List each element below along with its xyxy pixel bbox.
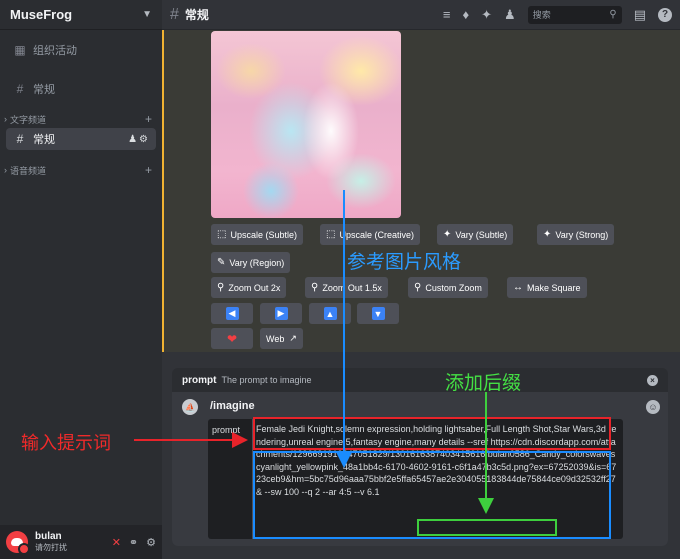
button-label: Web [266,333,285,344]
generated-image[interactable] [211,31,401,218]
suffix-highlight-box [417,519,557,536]
magnifier-icon: ⚲ [217,282,225,293]
sidebar-item-events[interactable]: ▦ 组织活动 [6,39,156,61]
web-link-button[interactable]: Web ↗ [260,328,303,349]
channel-header: # 常规 ≡ ♦ ✦ ♟ 搜索 ⚲ ▤ ? [162,0,680,30]
category-voice-channels[interactable]: › 语音频道 + [4,163,152,177]
option-name: prompt [182,374,217,386]
username: bulan [35,531,62,542]
plus-icon[interactable]: + [145,163,152,177]
button-label: Custom Zoom [425,282,482,293]
zoom-out-15x-button[interactable]: ⚲ Zoom Out 1.5x [305,277,388,298]
vary-region-button[interactable]: ✎ Vary (Region) [211,252,291,273]
sidebar-item-label: 组织活动 [33,45,77,57]
add-user-icon[interactable]: ♟ [128,134,139,145]
zoom-out-2x-button[interactable]: ⚲ Zoom Out 2x [211,277,287,298]
gear-icon[interactable]: ⚙ [139,134,150,145]
sidebar-item-general-top[interactable]: # 常规 [6,78,156,100]
close-icon[interactable]: × [647,374,658,386]
button-label: Upscale (Subtle) [230,229,297,240]
category-label: 文字频道 [10,114,47,125]
expand-arrows-icon: ↔ [513,282,523,293]
chevron-right-icon: › [4,114,7,124]
pan-right-button[interactable]: ▶ [260,303,302,324]
pan-left-button[interactable]: ◀ [211,303,253,324]
mic-muted-icon[interactable]: ✕ [112,536,121,549]
slash-command-name: /imagine [210,400,255,412]
upscale-creative-button[interactable]: ⬚ Upscale (Creative) [320,224,420,245]
arrow-up-icon: ▲ [323,307,337,320]
sidebar-item-label: 常规 [33,134,55,146]
user-panel: bulan 请勿打扰 ✕ ⚭ ⚙ [0,525,162,559]
button-label: Vary (Subtle) [455,229,508,240]
hash-icon: # [170,5,179,23]
midjourney-bot-icon: ⛵ [182,399,198,415]
button-label: Vary (Region) [229,257,285,268]
category-label: 语音频道 [10,165,47,176]
arrow-right-icon: ▶ [274,307,288,320]
upscale-icon: ⬚ [217,229,227,240]
category-text-channels[interactable]: › 文字频道 + [4,112,152,126]
annotation-add-suffix: 添加后缀 [445,373,522,394]
pin-icon[interactable]: ✦ [481,7,492,23]
magic-wand-icon: ✦ [543,229,552,240]
chevron-right-icon: › [4,165,7,175]
command-option-header: prompt The prompt to imagine × [172,368,668,392]
calendar-icon: ▦ [14,43,26,57]
magnifier-icon: ⚲ [414,282,422,293]
prompt-highlight-box [253,417,611,450]
brush-icon: ✎ [217,257,226,268]
sidebar-item-label: 常规 [33,84,55,96]
chevron-down-icon[interactable]: ▼ [142,9,152,20]
hash-icon: # [16,82,24,96]
make-square-button[interactable]: ↔ Make Square [507,277,587,298]
plus-icon[interactable]: + [145,112,152,126]
option-description: The prompt to imagine [221,375,312,385]
pan-down-button[interactable]: ▼ [357,303,399,324]
button-label: Zoom Out 2x [228,282,281,293]
search-icon: ⚲ [609,9,617,20]
members-icon[interactable]: ♟ [504,7,516,23]
discord-logo-icon [11,538,23,546]
channel-sidebar: MuseFrog ▼ ▦ 组织活动 # 常规 › 文字频道 + # 常规 ♟⚙ … [0,0,162,559]
arrow-down-icon: ▼ [371,307,385,320]
inbox-icon[interactable]: ▤ [634,7,646,23]
upscale-subtle-button[interactable]: ⬚ Upscale (Subtle) [211,224,303,245]
emoji-icon[interactable]: ☺ [646,400,660,414]
threads-icon[interactable]: ≡ [443,7,451,22]
message-area: ⬚ Upscale (Subtle) ⬚ Upscale (Creative) ✦ V… [162,30,680,352]
button-label: Make Square [527,282,581,293]
gear-icon[interactable]: ⚙ [146,536,156,549]
external-link-icon: ↗ [289,333,297,343]
server-name: MuseFrog [10,7,73,22]
headphones-icon[interactable]: ⚭ [129,536,138,549]
button-label: Vary (Strong) [555,229,609,240]
vary-subtle-button[interactable]: ✦ Vary (Subtle) [437,224,514,245]
pan-up-button[interactable]: ▲ [309,303,351,324]
avatar[interactable] [6,531,30,555]
hash-icon: # [16,132,24,146]
search-placeholder: 搜索 [532,10,551,20]
bell-icon[interactable]: ♦ [463,7,470,22]
annotation-ref-style: 参考图片风格 [347,252,462,273]
heart-icon: ❤ [226,331,238,346]
invite-and-settings-icons[interactable]: ♟⚙ [128,134,150,145]
button-label: Zoom Out 1.5x [322,282,382,293]
arrow-left-icon: ◀ [225,307,239,320]
vary-strong-button[interactable]: ✦ Vary (Strong) [537,224,615,245]
upscale-icon: ⬚ [326,229,336,240]
help-icon[interactable]: ? [658,7,672,22]
annotation-enter-prompt: 输入提示词 [21,433,111,453]
user-status: 请勿打扰 [35,543,67,552]
channel-title: 常规 [184,8,209,22]
magnifier-icon: ⚲ [311,282,319,293]
custom-zoom-button[interactable]: ⚲ Custom Zoom [408,277,488,298]
magic-wand-icon: ✦ [443,229,452,240]
sidebar-item-general[interactable]: # 常规 ♟⚙ [6,128,156,150]
prompt-field-label: prompt [212,425,241,435]
search-input[interactable]: 搜索 ⚲ [527,5,622,24]
server-header[interactable]: MuseFrog ▼ [0,0,162,30]
button-label: Upscale (Creative) [339,229,414,240]
like-button[interactable]: ❤ [211,328,253,349]
